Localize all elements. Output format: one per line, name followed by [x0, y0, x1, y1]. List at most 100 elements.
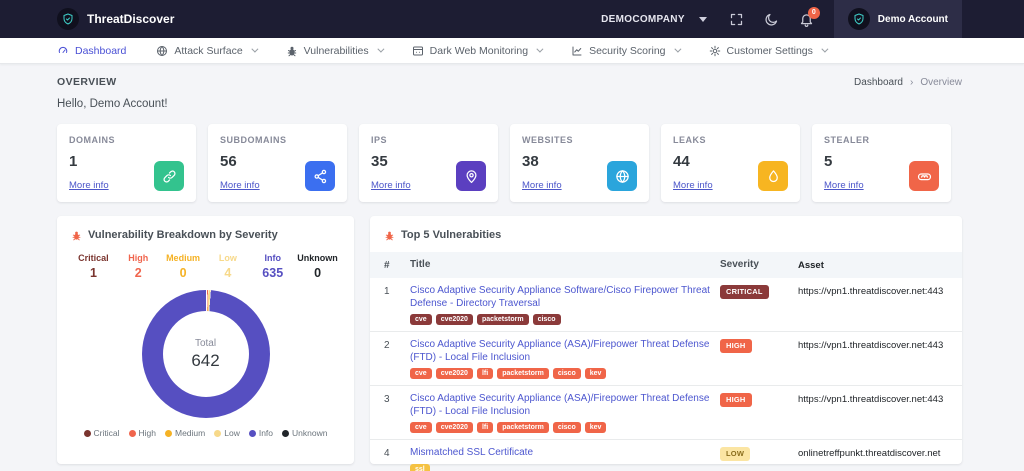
legend-dot: [84, 430, 91, 437]
gauge-icon: [57, 45, 69, 57]
severity-count: 635: [250, 266, 295, 280]
vulnerability-link[interactable]: Cisco Adaptive Security Appliance Softwa…: [410, 285, 710, 310]
more-info-link[interactable]: More info: [673, 180, 713, 191]
content: OVERVIEW Dashboard › Overview Hello, Dem…: [0, 64, 1024, 464]
tag-pill: kev: [585, 422, 607, 433]
tag-list: cvecve2020packetstormcisco: [410, 314, 710, 325]
chevron-down-icon: [377, 46, 384, 53]
nav-item-label: Vulnerabilities: [304, 45, 369, 57]
more-info-link[interactable]: More info: [371, 180, 411, 191]
legend-label: High: [139, 428, 156, 438]
globe-icon: [156, 45, 168, 57]
legend-label: Critical: [94, 428, 120, 438]
vulnerability-link[interactable]: Mismatched SSL Certificate: [410, 447, 710, 460]
chevron-down-icon: [536, 46, 543, 53]
nav-item-dashboard[interactable]: Dashboard: [57, 45, 126, 57]
severity-badge: HIGH: [720, 339, 752, 353]
severity-card-title: Vulnerability Breakdown by Severity: [71, 229, 340, 241]
vulnerability-link[interactable]: Cisco Adaptive Security Appliance (ASA)/…: [410, 339, 710, 364]
chevron-down-icon: [821, 46, 828, 53]
legend-item-low[interactable]: Low: [214, 428, 240, 438]
table-body: 1Cisco Adaptive Security Appliance Softw…: [370, 278, 962, 471]
topbar-right: DEMOCOMPANY 0 Demo Account: [601, 0, 1024, 38]
stat-card-domains: DOMAINS1More info: [57, 124, 196, 202]
nav-item-attack-surface[interactable]: Attack Surface: [156, 45, 255, 57]
location-icon: [456, 161, 486, 191]
tag-pill: lfi: [477, 368, 493, 379]
row-number: 3: [384, 393, 410, 405]
notifications-button[interactable]: 0: [799, 12, 814, 27]
tag-pill: cisco: [553, 422, 581, 433]
stat-card-stealer: STEALER5More info: [812, 124, 951, 202]
stat-card-websites: WEBSITES38More info: [510, 124, 649, 202]
nav-item-customer-settings[interactable]: Customer Settings: [709, 45, 826, 57]
main-nav: Dashboard Attack Surface Vulnerabilities Da…: [0, 38, 1024, 64]
more-info-link[interactable]: More info: [69, 180, 109, 191]
tag-pill: cve2020: [436, 422, 473, 433]
nav-item-dark-web-monitoring[interactable]: Dark Web Monitoring: [412, 45, 541, 57]
vulnerability-link[interactable]: Cisco Adaptive Security Appliance (ASA)/…: [410, 393, 710, 418]
tag-pill: packetstorm: [497, 368, 549, 379]
mask-icon: [909, 161, 939, 191]
stat-label: LEAKS: [673, 135, 788, 145]
stats-row: DOMAINS1More infoSUBDOMAINS56More infoIP…: [57, 124, 962, 202]
stat-label: DOMAINS: [69, 135, 184, 145]
link-icon: [154, 161, 184, 191]
legend-item-critical[interactable]: Critical: [84, 428, 120, 438]
asset-cell: onlinetreffpunkt.threatdiscover.net: [798, 447, 948, 459]
severity-cell: LOW: [720, 447, 798, 461]
severity-donut-chart: Total 642: [142, 290, 270, 418]
donut-total-value: 642: [191, 351, 219, 371]
table-row: 1Cisco Adaptive Security Appliance Softw…: [370, 278, 962, 332]
more-info-link[interactable]: More info: [522, 180, 562, 191]
severity-breakdown-card: Vulnerability Breakdown by Severity Crit…: [57, 216, 354, 464]
stat-label: SUBDOMAINS: [220, 135, 335, 145]
tag-pill: cve2020: [436, 368, 473, 379]
row-number: 1: [384, 285, 410, 297]
fullscreen-button[interactable]: [729, 12, 744, 27]
severity-count: 0: [161, 266, 206, 280]
tag-list: cvecve2020lfipacketstormciscokev: [410, 368, 710, 379]
column-header-asset: Asset: [798, 259, 948, 271]
legend-dot: [282, 430, 289, 437]
breadcrumb-dashboard[interactable]: Dashboard: [854, 77, 903, 88]
more-info-link[interactable]: More info: [824, 180, 864, 191]
row-number: 2: [384, 339, 410, 351]
tag-list: cvecve2020lfipacketstormciscokev: [410, 422, 710, 433]
stat-card-leaks: LEAKS44More info: [661, 124, 800, 202]
page-head: OVERVIEW Dashboard › Overview: [57, 76, 962, 88]
chart-icon: [571, 45, 583, 57]
nav-item-security-scoring[interactable]: Security Scoring: [571, 45, 678, 57]
severity-cell: CRITICAL: [720, 285, 798, 299]
legend-dot: [249, 430, 256, 437]
legend-item-high[interactable]: High: [129, 428, 156, 438]
legend-item-info[interactable]: Info: [249, 428, 273, 438]
account-menu[interactable]: Demo Account: [834, 0, 962, 38]
row-number: 4: [384, 447, 410, 459]
tag-pill: cisco: [553, 368, 581, 379]
nav-item-vulnerabilities[interactable]: Vulnerabilities: [286, 45, 382, 57]
brand[interactable]: ThreatDiscover: [57, 8, 174, 30]
severity-cell: HIGH: [720, 393, 798, 407]
more-info-link[interactable]: More info: [220, 180, 260, 191]
stat-label: IPS: [371, 135, 486, 145]
severity-cell: HIGH: [720, 339, 798, 353]
dark-mode-button[interactable]: [764, 12, 779, 27]
nav-item-label: Dark Web Monitoring: [430, 45, 528, 57]
legend-dot: [165, 430, 172, 437]
legend-item-medium[interactable]: Medium: [165, 428, 205, 438]
legend-item-unknown[interactable]: Unknown: [282, 428, 327, 438]
severity-name: Medium: [161, 253, 206, 263]
severity-badge: CRITICAL: [720, 285, 769, 299]
vulnerability-cell: Mismatched SSL Certificatessl: [410, 447, 720, 471]
severity-badge: HIGH: [720, 393, 752, 407]
breadcrumb-current: Overview: [920, 77, 962, 88]
nav-item-label: Dashboard: [75, 45, 126, 57]
table-header: #TitleSeverityAsset: [370, 252, 962, 278]
page-title: OVERVIEW: [57, 76, 117, 88]
top5-vulnerabilities-card: Top 5 Vulnerabities #TitleSeverityAsset …: [370, 216, 962, 464]
column-header-title: Title: [410, 259, 720, 271]
nav-item-label: Security Scoring: [589, 45, 665, 57]
company-dropdown[interactable]: DEMOCOMPANY: [601, 14, 707, 25]
tag-pill: cisco: [533, 314, 561, 325]
